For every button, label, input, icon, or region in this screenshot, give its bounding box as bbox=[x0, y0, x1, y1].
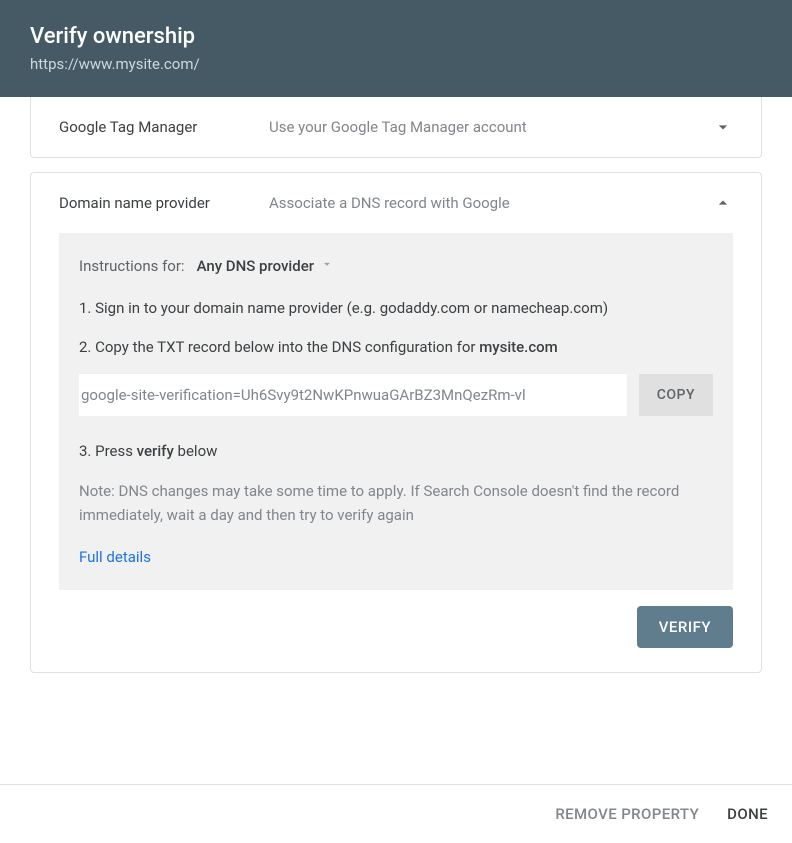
method-title: Google Tag Manager bbox=[59, 118, 269, 136]
dialog-header: Verify ownership https://www.mysite.com/ bbox=[0, 0, 792, 97]
method-card-dns: Domain name provider Associate a DNS rec… bbox=[30, 172, 762, 673]
method-subtitle: Associate a DNS record with Google bbox=[269, 194, 713, 212]
dns-note: Note: DNS changes may take some time to … bbox=[79, 479, 713, 527]
dialog-footer: REMOVE PROPERTY DONE bbox=[0, 784, 792, 843]
dns-provider-selected: Any DNS provider bbox=[197, 257, 314, 275]
method-card-header-tag-manager[interactable]: Google Tag Manager Use your Google Tag M… bbox=[31, 97, 761, 157]
chevron-up-icon bbox=[713, 193, 733, 213]
remove-property-button[interactable]: REMOVE PROPERTY bbox=[555, 805, 699, 823]
chevron-down-icon bbox=[713, 117, 733, 137]
method-card-tag-manager: Google Tag Manager Use your Google Tag M… bbox=[30, 97, 762, 158]
step-3-prefix: 3. Press bbox=[79, 442, 137, 460]
verify-button[interactable]: VERIFY bbox=[637, 606, 733, 648]
step-2-prefix: 2. Copy the TXT record below into the DN… bbox=[79, 338, 479, 356]
full-details-link[interactable]: Full details bbox=[79, 548, 151, 566]
dialog-title: Verify ownership bbox=[30, 24, 762, 49]
instructions-for-label: Instructions for: bbox=[79, 257, 185, 275]
dialog-site-url: https://www.mysite.com/ bbox=[30, 55, 762, 73]
method-subtitle: Use your Google Tag Manager account bbox=[269, 118, 713, 136]
step-2: 2. Copy the TXT record below into the DN… bbox=[79, 336, 713, 359]
copy-button[interactable]: COPY bbox=[639, 374, 713, 416]
step-1: 1. Sign in to your domain name provider … bbox=[79, 297, 713, 320]
step-3: 3. Press verify below bbox=[79, 440, 713, 463]
dns-provider-dropdown[interactable]: Any DNS provider bbox=[197, 257, 334, 275]
step-3-suffix: below bbox=[174, 442, 218, 460]
step-3-bold: verify bbox=[137, 442, 174, 460]
caret-down-icon bbox=[320, 257, 334, 275]
method-title: Domain name provider bbox=[59, 194, 269, 212]
method-card-header-dns[interactable]: Domain name provider Associate a DNS rec… bbox=[31, 173, 761, 233]
dns-instructions-panel: Instructions for: Any DNS provider 1. Si… bbox=[59, 233, 733, 590]
step-2-domain: mysite.com bbox=[479, 338, 558, 356]
txt-record-input[interactable] bbox=[79, 374, 627, 416]
done-button[interactable]: DONE bbox=[727, 805, 768, 823]
